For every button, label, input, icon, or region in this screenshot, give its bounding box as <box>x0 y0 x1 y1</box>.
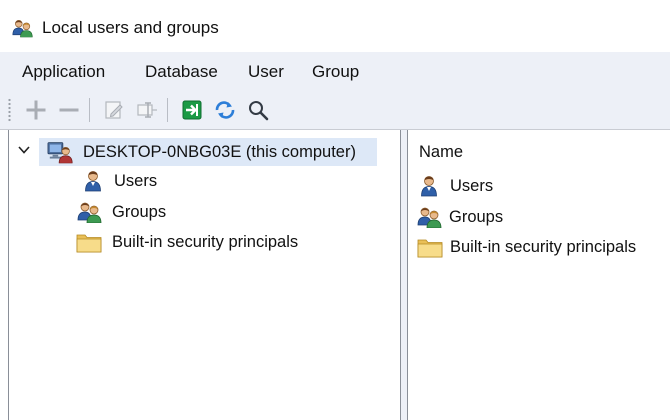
user-icon <box>82 170 106 192</box>
tree-node-groups[interactable]: Groups <box>76 201 166 223</box>
group-icon <box>76 201 104 223</box>
folder-icon <box>416 236 444 258</box>
chevron-down-icon[interactable] <box>17 143 31 157</box>
user-icon <box>418 175 442 197</box>
tree-node-builtin-principals[interactable]: Built-in security principals <box>74 231 298 253</box>
list-item-label: Users <box>450 176 494 195</box>
menu-application[interactable]: Application <box>22 62 105 82</box>
remove-icon <box>59 108 79 112</box>
menu-user[interactable]: User <box>248 62 284 82</box>
edit-button[interactable] <box>102 98 126 122</box>
toolbar <box>0 90 670 130</box>
remove-button[interactable] <box>57 98 81 122</box>
list-item-label: Groups <box>449 207 504 226</box>
search-icon <box>249 101 269 121</box>
menu-group[interactable]: Group <box>312 62 359 82</box>
menu-database[interactable]: Database <box>145 62 218 82</box>
tree-node-computer-label: DESKTOP-0NBG03E (this computer) <box>83 142 356 161</box>
column-header-name[interactable]: Name <box>419 143 463 162</box>
list-item[interactable]: Groups <box>417 206 503 228</box>
refresh-icon <box>215 101 235 119</box>
list-pane[interactable]: Name Users Groups Built-in security prin… <box>407 130 670 420</box>
group-icon <box>417 206 443 228</box>
add-icon <box>26 100 46 120</box>
tree-pane[interactable]: DESKTOP-0NBG03E (this computer) Users Gr… <box>8 130 401 420</box>
tree-node-users[interactable]: Users <box>82 170 157 192</box>
users-groups-app-icon <box>12 18 34 38</box>
tree-node-computer[interactable]: DESKTOP-0NBG03E (this computer) <box>47 140 356 164</box>
list-item-label: Built-in security principals <box>450 237 637 256</box>
toolbar-separator <box>89 98 90 122</box>
tree-node-users-label: Users <box>114 171 158 190</box>
edit-icon <box>105 101 123 119</box>
computer-user-icon <box>47 140 75 164</box>
properties-icon <box>137 102 157 118</box>
properties-button[interactable] <box>135 98 159 122</box>
folder-icon <box>74 231 104 253</box>
menu-bar: Application Database User Group <box>0 52 670 90</box>
export-icon <box>182 100 202 120</box>
tree-node-groups-label: Groups <box>112 202 167 221</box>
window-title: Local users and groups <box>42 18 219 37</box>
toolbar-grip[interactable] <box>8 98 11 122</box>
list-item[interactable]: Users <box>418 175 493 197</box>
export-button[interactable] <box>180 98 204 122</box>
refresh-button[interactable] <box>213 98 237 122</box>
tree-node-builtin-principals-label: Built-in security principals <box>112 232 299 251</box>
list-item[interactable]: Built-in security principals <box>416 236 636 258</box>
title-bar: Local users and groups <box>0 0 670 52</box>
add-button[interactable] <box>24 98 48 122</box>
search-button[interactable] <box>246 98 270 122</box>
toolbar-separator <box>167 98 168 122</box>
